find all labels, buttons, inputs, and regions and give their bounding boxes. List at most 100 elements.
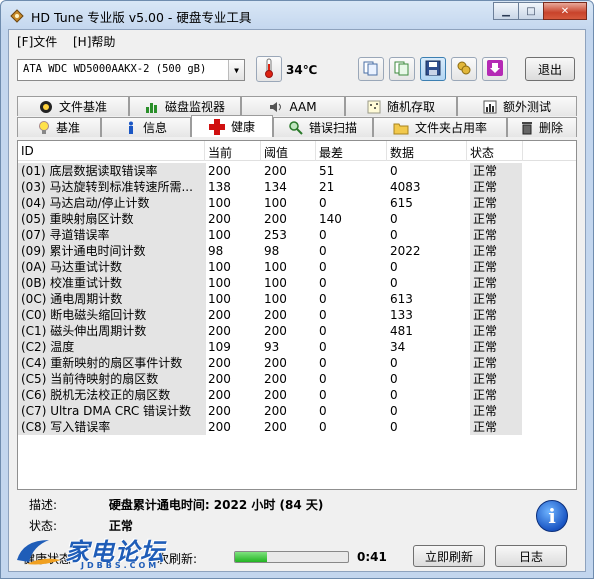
tabs-row-bottom: 基准 信息 健康 错误扫描 文件夹占用率 删除 xyxy=(17,115,577,137)
tab-label: 信息 xyxy=(142,121,167,135)
tab-extra-tests[interactable]: 额外测试 xyxy=(457,96,577,116)
table-row[interactable]: (C5) 当前待映射的扇区数 200 200 0 0 正常 xyxy=(18,371,576,387)
tab-random-access[interactable]: 随机存取 xyxy=(345,96,457,116)
table-row[interactable]: (0B) 校准重试计数 100 100 0 0 正常 xyxy=(18,275,576,291)
smart-id: (C4) 重新映射的扇区事件计数 xyxy=(18,355,206,371)
table-row[interactable]: (0A) 马达重试计数 100 100 0 0 正常 xyxy=(18,259,576,275)
title-bar[interactable]: HD Tune 专业版 v5.00 - 硬盘专业工具 ▁ □ ✕ xyxy=(1,1,593,29)
red-cross-icon xyxy=(208,118,225,135)
table-row[interactable]: (03) 马达旋转到标准转速所需... 138 134 21 4083 正常 xyxy=(18,179,576,195)
worst-value: 0 xyxy=(319,324,327,338)
threshold-value: 200 xyxy=(264,420,287,434)
tab-info[interactable]: 信息 xyxy=(101,117,191,137)
tab-aam[interactable]: AAM xyxy=(241,96,345,116)
col-data[interactable]: 数据 xyxy=(390,144,414,161)
table-row[interactable]: (C7) Ultra DMA CRC 错误计数 200 200 0 0 正常 xyxy=(18,403,576,419)
col-worst[interactable]: 最差 xyxy=(319,144,343,161)
raw-data-value: 0 xyxy=(390,212,398,226)
copy-all-button[interactable] xyxy=(389,57,415,81)
table-row[interactable]: (05) 重映射扇区计数 200 200 140 0 正常 xyxy=(18,211,576,227)
tab-health[interactable]: 健康 xyxy=(191,115,273,137)
col-threshold[interactable]: 阈值 xyxy=(264,144,288,161)
table-row[interactable]: (0C) 通电周期计数 100 100 0 613 正常 xyxy=(18,291,576,307)
status-value: 正常 xyxy=(470,179,522,195)
current-value: 200 xyxy=(208,388,231,402)
raw-data-value: 0 xyxy=(390,276,398,290)
status-value: 正常 xyxy=(470,355,522,371)
table-row[interactable]: (C2) 温度 109 93 0 34 正常 xyxy=(18,339,576,355)
status-value: 正常 xyxy=(108,519,133,533)
table-row[interactable]: (09) 累计通电时间计数 98 98 0 2022 正常 xyxy=(18,243,576,259)
column-divider xyxy=(315,141,316,161)
tab-erase[interactable]: 删除 xyxy=(507,117,577,137)
close-button[interactable]: ✕ xyxy=(543,2,587,20)
table-row[interactable]: (C4) 重新映射的扇区事件计数 200 200 0 0 正常 xyxy=(18,355,576,371)
smart-id: (C8) 写入错误率 xyxy=(18,419,206,435)
raw-data-value: 0 xyxy=(390,420,398,434)
column-divider xyxy=(386,141,387,161)
table-row[interactable]: (C1) 磁头伸出周期计数 200 200 0 481 正常 xyxy=(18,323,576,339)
threshold-value: 98 xyxy=(264,244,280,258)
menu-file[interactable]: [F]文件 xyxy=(17,33,57,50)
smart-id: (C1) 磁头伸出周期计数 xyxy=(18,323,206,339)
current-value: 200 xyxy=(208,372,231,386)
tabs-row-top: 文件基准 磁盘监视器 AAM 随机存取 额外测试 xyxy=(17,96,577,116)
copy-info-button[interactable] xyxy=(358,57,384,81)
threshold-value: 253 xyxy=(264,228,287,242)
app-window: HD Tune 专业版 v5.00 - 硬盘专业工具 ▁ □ ✕ [F]文件 [… xyxy=(0,0,594,579)
raw-data-value: 133 xyxy=(390,308,413,322)
worst-value: 0 xyxy=(319,404,327,418)
download-icon xyxy=(486,59,504,80)
current-value: 200 xyxy=(208,420,231,434)
refresh-countdown: 0:41 xyxy=(357,550,387,564)
col-status[interactable]: 状态 xyxy=(470,144,494,161)
drive-select[interactable]: ATA WDC WD5000AAKX-2 (500 gB) ▼ xyxy=(17,59,245,81)
info-button[interactable]: i xyxy=(536,500,568,532)
refresh-progress-bar xyxy=(234,551,349,563)
copy-icon xyxy=(363,60,379,79)
tab-label: 错误扫描 xyxy=(308,121,357,135)
col-current[interactable]: 当前 xyxy=(208,144,232,161)
tab-label: 健康 xyxy=(230,120,255,134)
options-button[interactable] xyxy=(451,57,477,81)
minimize-button[interactable]: ▁ xyxy=(493,2,519,20)
smart-id: (0A) 马达重试计数 xyxy=(18,259,206,275)
col-id[interactable]: ID xyxy=(21,144,34,158)
table-row[interactable]: (07) 寻道错误率 100 253 0 0 正常 xyxy=(18,227,576,243)
save-button[interactable] xyxy=(420,57,446,81)
chevron-down-icon[interactable]: ▼ xyxy=(228,60,244,80)
table-row[interactable]: (C6) 脱机无法校正的扇区数 200 200 0 0 正常 xyxy=(18,387,576,403)
table-row[interactable]: (01) 底层数据读取错误率 200 200 51 0 正常 xyxy=(18,163,576,179)
download-button[interactable] xyxy=(482,57,508,81)
worst-value: 0 xyxy=(319,196,327,210)
tab-folder-usage[interactable]: 文件夹占用率 xyxy=(373,117,507,137)
speaker-icon xyxy=(269,100,283,114)
current-value: 100 xyxy=(208,196,231,210)
threshold-value: 200 xyxy=(264,212,287,226)
table-row[interactable]: (C8) 写入错误率 200 200 0 0 正常 xyxy=(18,419,576,435)
tab-benchmark[interactable]: 基准 xyxy=(17,117,101,137)
current-value: 98 xyxy=(208,244,224,258)
table-row[interactable]: (C0) 断电磁头缩回计数 200 200 0 133 正常 xyxy=(18,307,576,323)
status-value: 正常 xyxy=(470,403,522,419)
refresh-now-button[interactable]: 立即刷新 xyxy=(413,545,485,567)
info-icon xyxy=(125,121,137,135)
status-value: 正常 xyxy=(470,371,522,387)
exit-button[interactable]: 退出 xyxy=(525,57,575,81)
tab-disk-monitor[interactable]: 磁盘监视器 xyxy=(129,96,241,116)
thermometer-icon xyxy=(263,58,275,81)
status-value: 正常 xyxy=(470,339,522,355)
maximize-icon: □ xyxy=(526,5,536,17)
temperature-button[interactable] xyxy=(256,56,282,82)
description-label: 描述: xyxy=(29,498,58,512)
threshold-value: 200 xyxy=(264,164,287,178)
menu-help[interactable]: [H]帮助 xyxy=(73,33,115,50)
tab-file-benchmark[interactable]: 文件基准 xyxy=(17,96,129,116)
toolbar: ATA WDC WD5000AAKX-2 (500 gB) ▼ 34℃ 退出 xyxy=(9,50,585,92)
table-row[interactable]: (04) 马达启动/停止计数 100 100 0 615 正常 xyxy=(18,195,576,211)
raw-data-value: 613 xyxy=(390,292,413,306)
tab-error-scan[interactable]: 错误扫描 xyxy=(273,117,373,137)
log-button[interactable]: 日志 xyxy=(495,545,567,567)
hdtune-app-icon xyxy=(9,7,25,23)
maximize-button[interactable]: □ xyxy=(518,2,544,20)
